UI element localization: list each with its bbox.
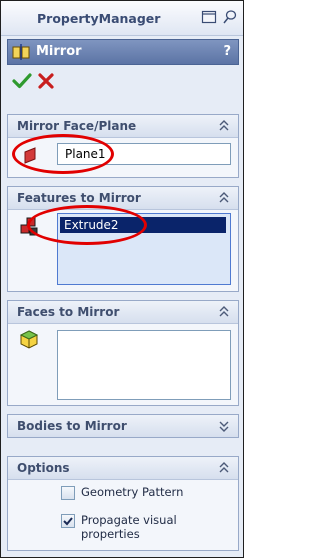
propagate-visual-label: Propagate visual (81, 513, 177, 527)
group-title: Bodies to Mirror (17, 419, 127, 433)
group-title: Features to Mirror (17, 191, 141, 205)
geometry-pattern-checkbox[interactable] (61, 486, 75, 500)
chevron-up-icon[interactable] (218, 305, 230, 319)
annotation-circle (12, 134, 114, 174)
annotation-circle (27, 205, 147, 245)
checkmark-icon (63, 517, 73, 526)
pin-icon[interactable] (222, 9, 238, 25)
group-title: Mirror Face/Plane (17, 119, 137, 133)
cross-icon[interactable] (35, 70, 57, 92)
chevron-up-icon[interactable] (218, 461, 230, 475)
window-icon[interactable] (201, 9, 217, 25)
feature-name: Mirror (36, 44, 82, 59)
help-button[interactable]: ? (223, 44, 231, 59)
bodies-to-mirror-group: Bodies to Mirror (7, 414, 239, 438)
faces-to-mirror-header[interactable]: Faces to Mirror (8, 301, 238, 324)
property-manager: PropertyManager Mirror ? Mirror Face/Pla… (0, 0, 244, 558)
bodies-to-mirror-header[interactable]: Bodies to Mirror (8, 415, 238, 437)
feature-title-bar: Mirror ? (7, 39, 239, 65)
property-manager-title: PropertyManager (37, 11, 161, 26)
options-header[interactable]: Options (8, 457, 238, 480)
chevron-down-icon[interactable] (218, 419, 230, 433)
chevron-up-icon[interactable] (218, 191, 230, 205)
check-icon[interactable] (11, 70, 33, 92)
mirror-feature-icon (12, 44, 30, 60)
faces-to-mirror-group: Faces to Mirror (7, 300, 239, 406)
propagate-visual-label-line2: properties (81, 527, 140, 541)
propagate-visual-checkbox[interactable] (61, 514, 75, 528)
options-group: Options Geometry Pattern Propagate visua… (7, 456, 239, 551)
group-title: Options (17, 461, 70, 475)
geometry-pattern-label: Geometry Pattern (81, 485, 184, 499)
property-manager-header: PropertyManager (1, 1, 243, 36)
chevron-up-icon[interactable] (218, 119, 230, 133)
faces-list[interactable] (57, 330, 231, 400)
features-to-mirror-header[interactable]: Features to Mirror (8, 187, 238, 210)
face-cube-icon (19, 330, 39, 349)
group-title: Faces to Mirror (17, 305, 120, 319)
